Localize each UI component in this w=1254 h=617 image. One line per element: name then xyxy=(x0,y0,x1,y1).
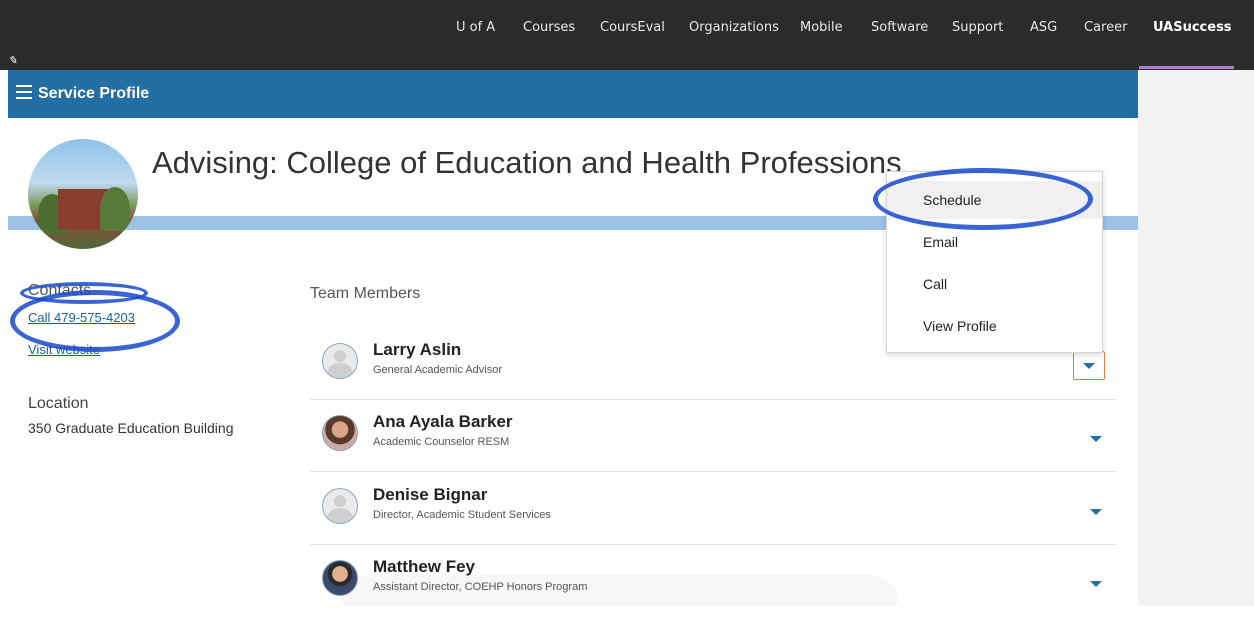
nav-link-uasuccess[interactable]: UASuccess xyxy=(1153,20,1232,35)
top-navigation-bar: ✎ U of A Courses CoursEval Organizations… xyxy=(0,0,1254,70)
member-name: Denise Bignar xyxy=(373,485,488,504)
chevron-down-icon[interactable] xyxy=(1090,436,1102,442)
team-member-row[interactable]: Matthew Fey Assistant Director, COEHP Ho… xyxy=(310,545,1116,617)
team-members-heading: Team Members xyxy=(310,285,421,302)
menu-item-label: Call xyxy=(923,276,948,292)
hamburger-menu-icon[interactable] xyxy=(16,85,32,99)
member-photo xyxy=(322,415,358,451)
team-member-row[interactable]: Denise Bignar Director, Academic Student… xyxy=(310,473,1116,545)
nav-link-software[interactable]: Software xyxy=(871,20,928,35)
member-photo xyxy=(322,560,358,596)
member-name: Ana Ayala Barker xyxy=(373,412,513,431)
default-avatar-icon xyxy=(322,343,358,379)
row-divider xyxy=(310,471,1116,472)
chevron-down-icon[interactable] xyxy=(1090,509,1102,515)
nav-link-mobile[interactable]: Mobile xyxy=(800,20,843,35)
member-role: Director, Academic Student Services xyxy=(373,509,551,521)
nav-link-career[interactable]: Career xyxy=(1084,20,1127,35)
right-side-panel xyxy=(1138,70,1254,606)
pen-icon: ✎ xyxy=(8,55,18,67)
page-title: Advising: College of Education and Healt… xyxy=(152,145,902,180)
chevron-down-icon[interactable] xyxy=(1090,581,1102,587)
nav-link-asg[interactable]: ASG xyxy=(1030,20,1057,35)
nav-link-support[interactable]: Support xyxy=(952,20,1003,35)
service-bar-title: Service Profile xyxy=(38,85,150,102)
nav-link-organizations[interactable]: Organizations xyxy=(689,20,779,35)
default-avatar-icon xyxy=(322,488,358,524)
annotation-scribble-contacts xyxy=(20,282,148,304)
member-name: Larry Aslin xyxy=(373,340,462,359)
nav-link-courseval[interactable]: CoursEval xyxy=(600,20,665,35)
service-photo xyxy=(28,139,138,249)
member-role: Assistant Director, COEHP Honors Program xyxy=(373,581,588,593)
location-value: 350 Graduate Education Building xyxy=(28,420,234,436)
menu-item-call[interactable]: Call xyxy=(887,265,1102,303)
member-role: General Academic Advisor xyxy=(373,364,503,376)
member-name: Matthew Fey xyxy=(373,557,476,576)
member-role: Academic Counselor RESM xyxy=(373,436,510,448)
nav-link-u-of-a[interactable]: U of A xyxy=(456,20,495,35)
annotation-scribble-schedule xyxy=(873,168,1093,230)
top-nav-links: U of A Courses CoursEval Organizations M… xyxy=(0,20,1254,40)
menu-item-label: View Profile xyxy=(923,318,997,334)
service-profile-bar: Service Profile xyxy=(8,70,1138,118)
team-member-row[interactable]: Ana Ayala Barker Academic Counselor RESM xyxy=(310,400,1116,472)
active-nav-indicator xyxy=(1139,66,1234,69)
menu-item-label: Email xyxy=(923,234,959,250)
location-heading: Location xyxy=(28,395,89,412)
nav-link-courses[interactable]: Courses xyxy=(523,20,575,35)
menu-item-view-profile[interactable]: View Profile xyxy=(887,307,1102,345)
member-actions-toggle-button[interactable] xyxy=(1073,351,1105,380)
chevron-down-icon xyxy=(1083,363,1095,369)
